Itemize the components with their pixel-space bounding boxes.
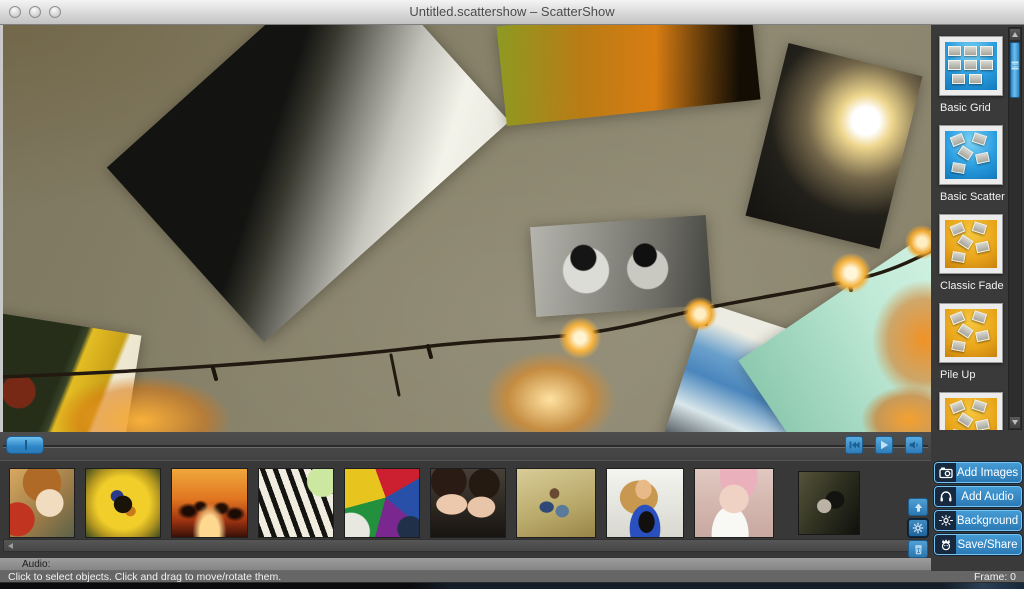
play-icon — [878, 439, 890, 451]
filmstrip-thumbnail-party[interactable] — [172, 469, 247, 537]
filmstrip-thumbnail-sunflower[interactable] — [86, 469, 160, 537]
filmstrip-thumbnail-baby[interactable] — [695, 469, 773, 537]
filmstrip-thumbnail-two-women[interactable] — [431, 469, 505, 537]
preview-canvas[interactable] — [0, 25, 931, 432]
filmstrip — [0, 460, 931, 558]
timeline-scrubber[interactable] — [0, 432, 931, 460]
scrollbar-thumb[interactable] — [1010, 42, 1020, 98]
speaker-icon — [908, 439, 920, 451]
add-audio-button[interactable]: Add Audio — [934, 486, 1022, 507]
action-panel: Add Images Add Audio Background Save/Sha… — [934, 462, 1022, 555]
filmstrip-thumbnail-couple[interactable] — [799, 472, 859, 534]
move-up-button[interactable] — [908, 498, 928, 516]
filmstrip-thumbnail-woman-camera[interactable] — [607, 469, 683, 537]
filmstrip-thumbnail-kite[interactable] — [345, 469, 419, 537]
delete-button[interactable] — [908, 540, 928, 558]
action-label: Add Audio — [956, 491, 1021, 503]
arrow-up-icon — [913, 502, 924, 513]
sun-icon — [935, 511, 956, 530]
tool-column — [908, 498, 930, 558]
settings-button[interactable] — [908, 519, 928, 537]
audio-status-bar: Audio: — [0, 558, 931, 571]
frame-counter: Frame: 0 — [974, 571, 1016, 582]
filmstrip-thumbnails — [10, 469, 859, 537]
headphones-icon — [935, 487, 956, 506]
add-images-button[interactable]: Add Images — [934, 462, 1022, 483]
play-button[interactable] — [875, 436, 893, 454]
template-scrollbar[interactable] — [1008, 27, 1022, 430]
gear-icon — [912, 522, 924, 534]
filmstrip-thumbnail-girl[interactable] — [10, 469, 74, 537]
save-share-button[interactable]: Save/Share — [934, 534, 1022, 555]
skip-start-icon — [848, 439, 860, 451]
desktop-strip — [0, 583, 1024, 589]
window-title: Untitled.scattershow – ScatterShow — [0, 4, 1024, 19]
scroll-down-button[interactable] — [1010, 417, 1020, 428]
filmstrip-thumbnail-zebra[interactable] — [259, 469, 333, 537]
transport-controls — [845, 436, 923, 454]
crown-face-icon — [935, 535, 956, 554]
filmstrip-thumbnail-family[interactable] — [517, 469, 595, 537]
scroll-up-button[interactable] — [1010, 29, 1020, 40]
scroll-left-button[interactable] — [5, 541, 16, 550]
hint-status-bar: Click to select objects. Click and drag … — [0, 571, 1024, 583]
scrubber-handle[interactable] — [6, 436, 44, 454]
camera-icon — [935, 463, 956, 482]
hint-text: Click to select objects. Click and drag … — [8, 571, 281, 582]
audio-label: Audio: — [22, 559, 50, 570]
action-label: Save/Share — [956, 539, 1021, 551]
titlebar[interactable]: Untitled.scattershow – ScatterShow — [0, 0, 1024, 25]
right-panel: Basic Grid Basic Scatter Classic Fade Pi… — [931, 25, 1024, 571]
action-label: Background — [956, 515, 1021, 527]
mute-button[interactable] — [905, 436, 923, 454]
trash-icon — [913, 544, 924, 555]
string-of-lights — [3, 25, 931, 432]
skip-to-start-button[interactable] — [845, 436, 863, 454]
action-label: Add Images — [956, 467, 1021, 479]
scattershow-window: Untitled.scattershow – ScatterShow Basic… — [0, 0, 1024, 589]
scrubber-track[interactable] — [3, 445, 928, 448]
filmstrip-scrollbar[interactable] — [3, 539, 925, 552]
background-button[interactable]: Background — [934, 510, 1022, 531]
